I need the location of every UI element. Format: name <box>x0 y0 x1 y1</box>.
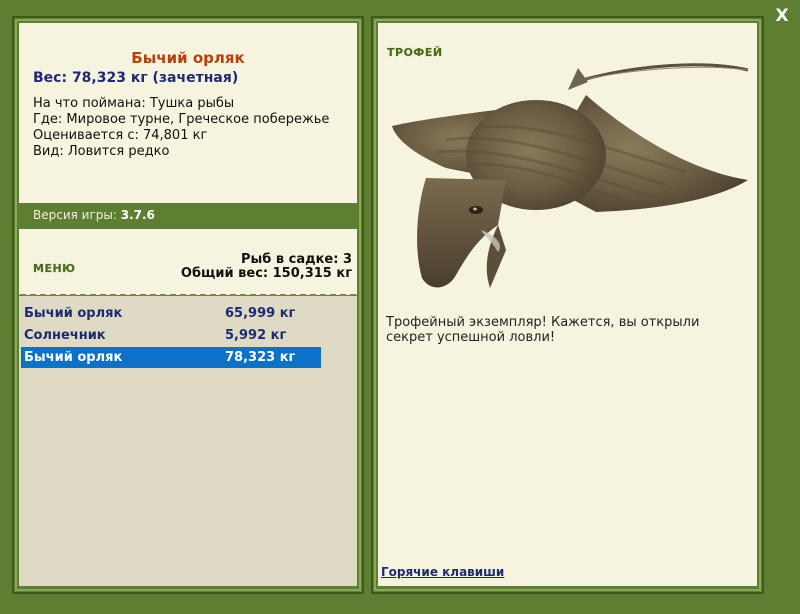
trophy-description: Трофейный экземпляр! Кажется, вы открыли… <box>386 315 700 345</box>
hotkeys-link[interactable]: Горячие клавиши <box>381 565 504 579</box>
menu-link[interactable]: МЕНЮ <box>33 262 76 275</box>
fish-title: Бычий орляк <box>131 49 245 67</box>
catch-row[interactable]: Солнечник 5,992 кг <box>21 325 321 346</box>
catch-name: Солнечник <box>24 328 106 343</box>
stingray-image <box>392 63 749 288</box>
version-value: 3.7.6 <box>120 208 155 222</box>
tank-count: Рыб в садке: 3 <box>240 252 352 267</box>
trophy-label: ТРОФЕЙ <box>387 46 443 59</box>
catch-name: Бычий орляк <box>24 350 123 365</box>
tank-total-weight: Общий вес: 150,315 кг <box>180 266 352 281</box>
fish-location: Где: Мировое турне, Греческое побережье <box>33 112 330 127</box>
catch-weight: 5,992 кг <box>225 328 287 343</box>
fish-rarity: Вид: Ловится редко <box>33 144 170 159</box>
catch-weight: 78,323 кг <box>225 350 296 365</box>
version-bar: Версия игры: 3.7.6 <box>19 205 162 226</box>
close-button[interactable]: X <box>770 4 794 28</box>
catch-name: Бычий орляк <box>24 306 123 321</box>
fish-weight: Вес: 78,323 кг (зачетная) <box>33 70 239 86</box>
catch-weight: 65,999 кг <box>225 306 296 321</box>
catch-row[interactable]: Бычий орляк 65,999 кг <box>21 303 321 324</box>
version-label: Версия игры: <box>33 208 117 222</box>
fish-bait: На что поймана: Тушка рыбы <box>33 96 235 111</box>
catch-row-selected[interactable]: Бычий орляк 78,323 кг <box>21 347 321 368</box>
fish-valued-from: Оценивается с: 74,801 кг <box>33 128 208 143</box>
list-separator <box>20 294 356 296</box>
